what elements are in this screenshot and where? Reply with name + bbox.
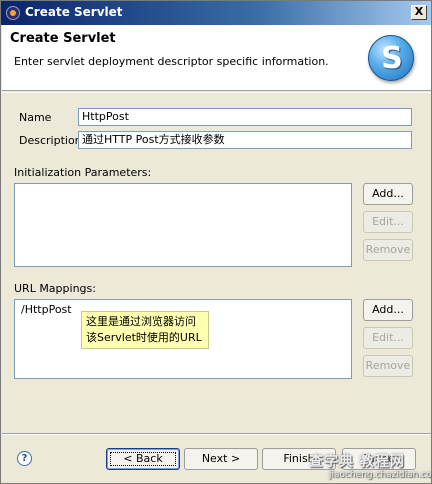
focus-ring [110, 452, 176, 466]
list-item[interactable]: /HttpPost [21, 303, 72, 316]
init-add-button[interactable]: Add... [363, 183, 413, 205]
annotation-tooltip: 这里是通过浏览器访问 该Servlet时使用的URL [81, 311, 209, 349]
tooltip-line: 这里是通过浏览器访问 [86, 315, 196, 328]
help-icon[interactable]: ? [17, 451, 32, 466]
page-title: Create Servlet [10, 31, 116, 46]
watermark: 查字典 教程网 jiaocheng.chazidian.com [301, 451, 432, 483]
name-field[interactable]: HttpPost [78, 108, 412, 126]
description-field[interactable]: 通过HTTP Post方式接收参数 [78, 131, 412, 149]
next-button[interactable]: Next > [184, 448, 258, 470]
init-params-label: Initialization Parameters: [14, 166, 152, 179]
eclipse-icon [6, 6, 20, 20]
init-params-list[interactable] [14, 183, 352, 267]
title-bar[interactable]: Create Servlet X [1, 1, 431, 25]
url-add-button[interactable]: Add... [363, 299, 413, 321]
tooltip-line: 该Servlet时使用的URL [86, 331, 202, 344]
name-label: Name [19, 111, 52, 124]
description-label: Description [19, 134, 82, 147]
url-remove-button[interactable]: Remove [363, 355, 413, 377]
watermark-url: jiaocheng.chazidian.com [329, 470, 432, 480]
footer-divider-highlight [2, 434, 431, 435]
init-edit-button[interactable]: Edit... [363, 211, 413, 233]
watermark-text: 查字典 教程网 [309, 454, 405, 470]
wizard-banner: Create Servlet Enter servlet deployment … [2, 25, 431, 91]
url-mappings-label: URL Mappings: [14, 282, 96, 295]
page-description: Enter servlet deployment descriptor spec… [14, 55, 329, 68]
divider [2, 92, 431, 93]
close-button[interactable]: X [411, 5, 427, 20]
back-button[interactable]: < Back [106, 448, 180, 470]
init-remove-button[interactable]: Remove [363, 239, 413, 261]
window-title: Create Servlet [25, 5, 123, 19]
create-servlet-dialog: Create Servlet X Create Servlet Enter se… [0, 0, 432, 484]
servlet-logo-icon: S [368, 35, 414, 81]
url-edit-button[interactable]: Edit... [363, 327, 413, 349]
